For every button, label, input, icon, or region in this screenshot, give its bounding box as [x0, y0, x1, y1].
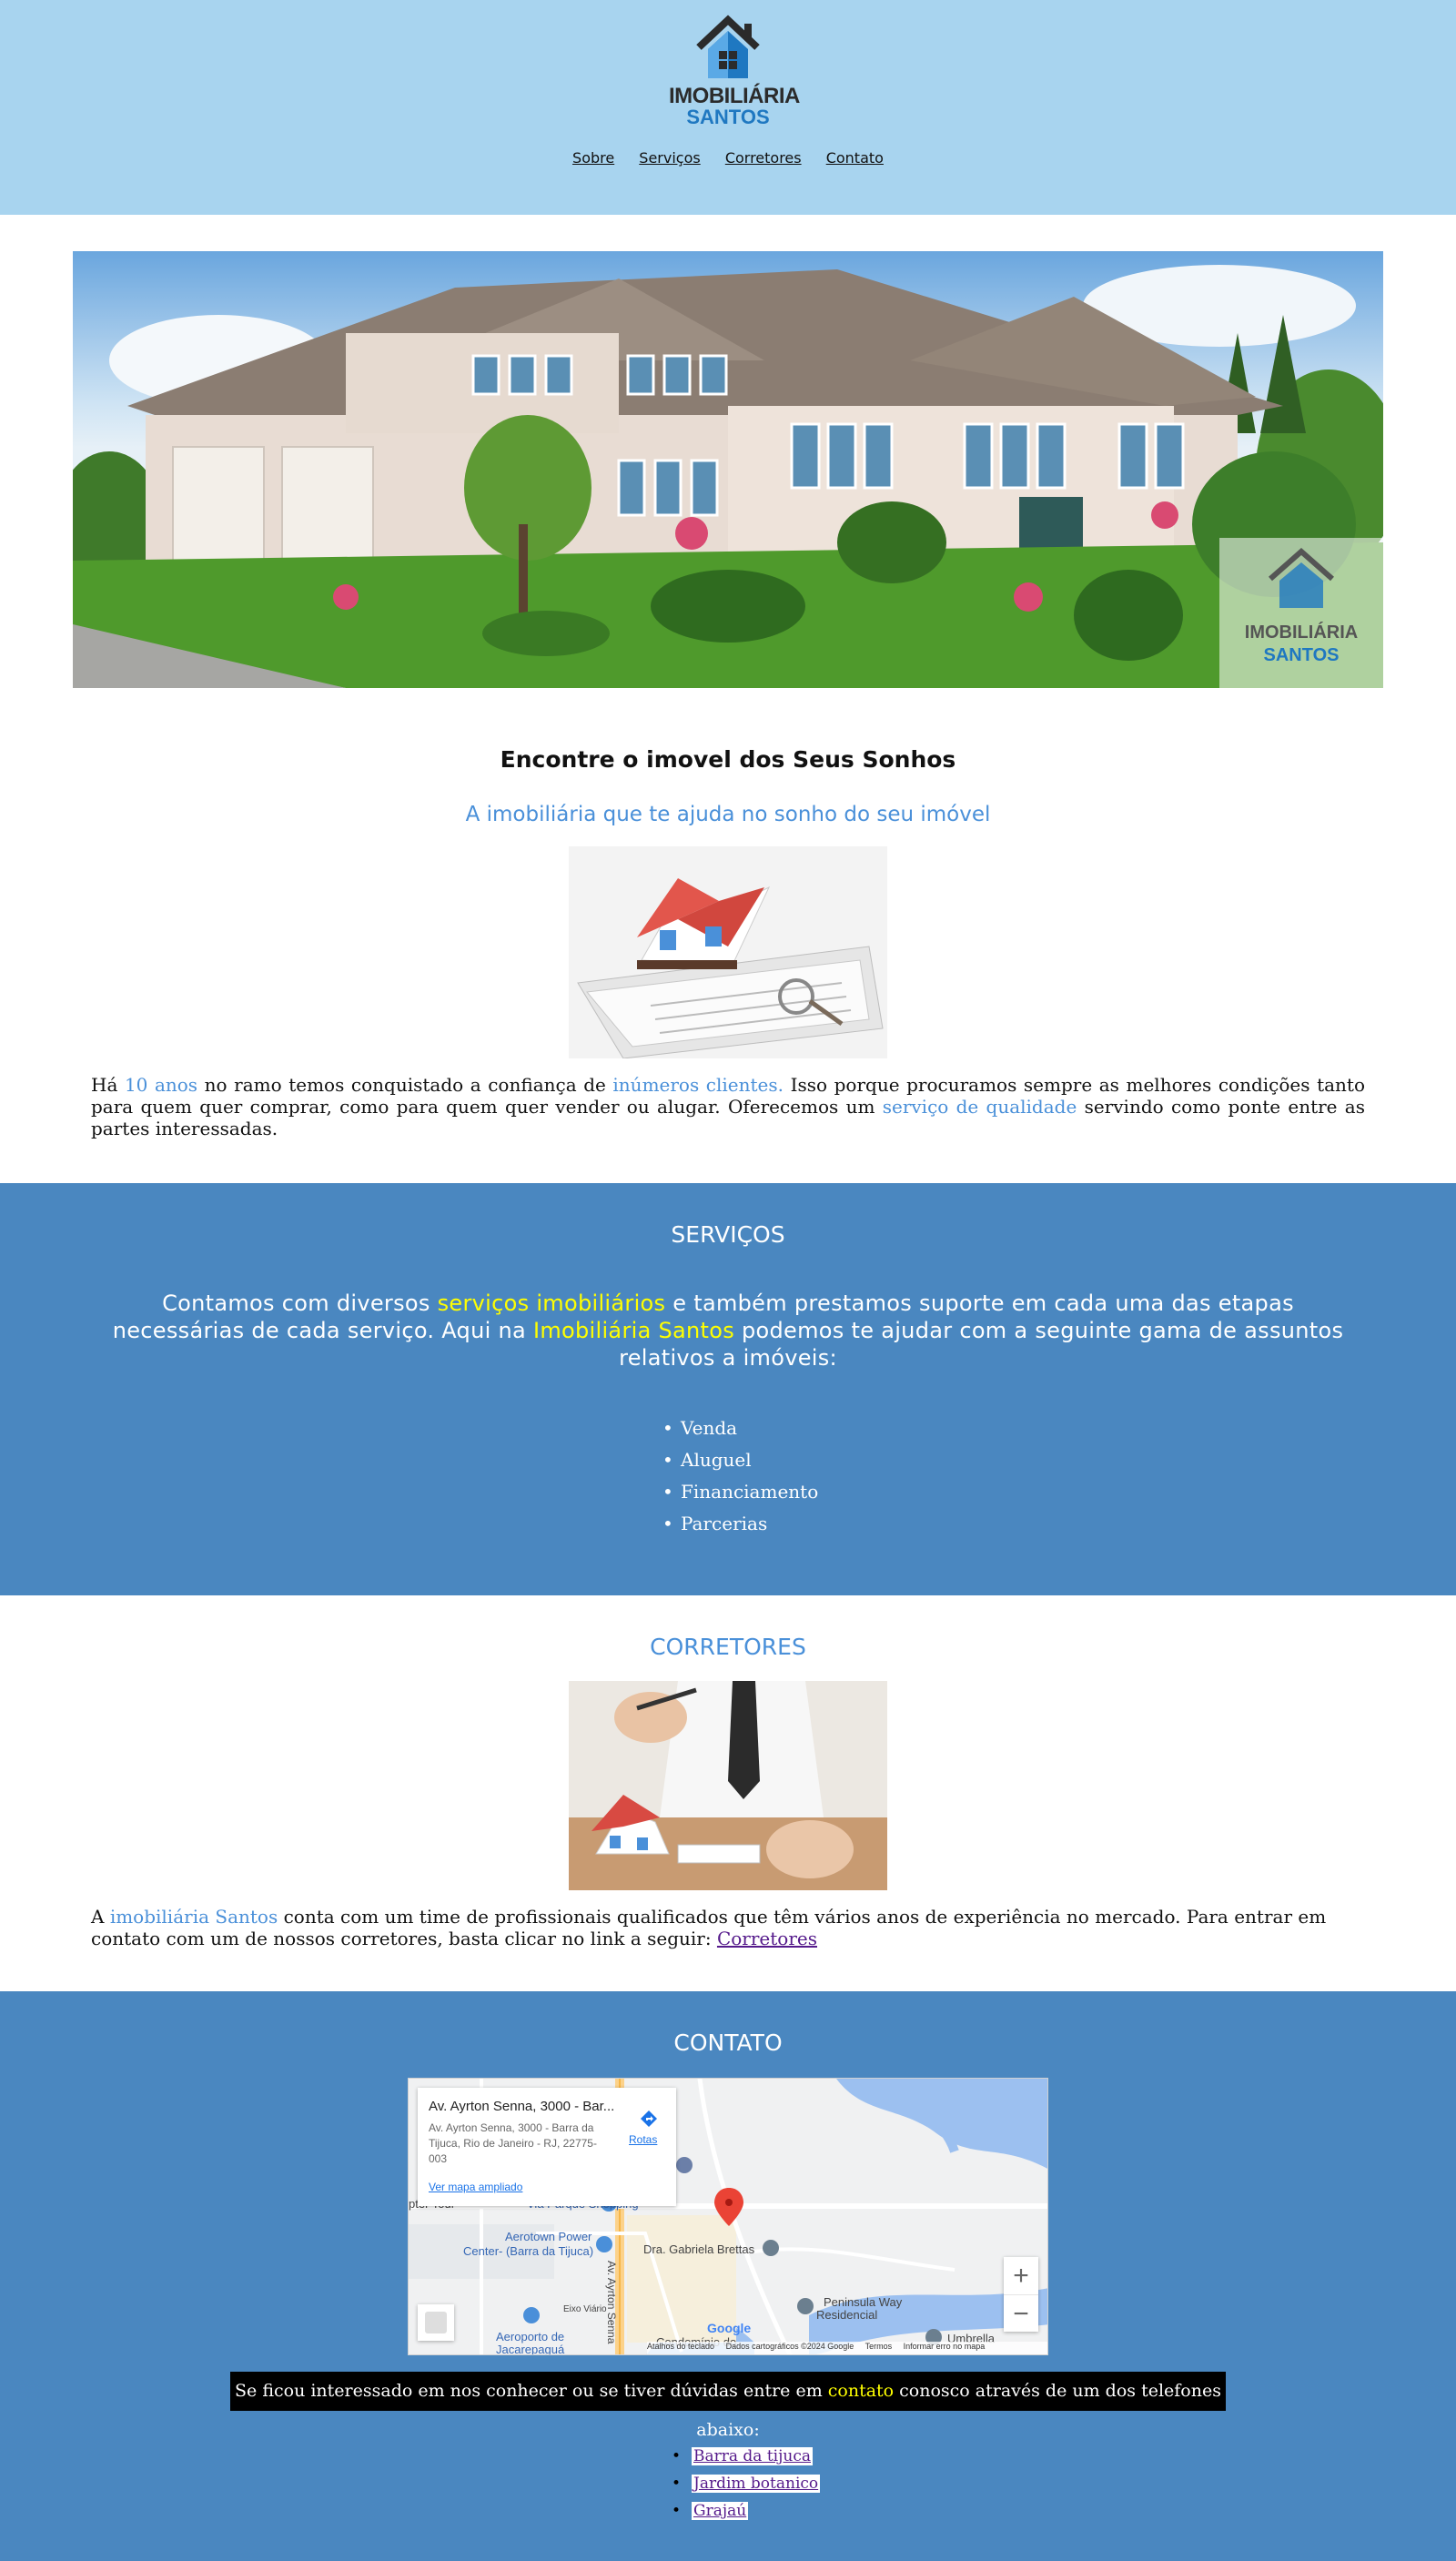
map-label: Peninsula Way: [824, 2295, 903, 2309]
services-paragraph: Contamos com diversos serviços imobiliár…: [100, 1290, 1356, 1372]
map-footer: Atalhos do teclado Dados cartográficos ©…: [647, 2342, 1047, 2354]
google-logo: Google: [707, 2321, 752, 2335]
broker-image: [569, 1681, 887, 1890]
services-list: Venda Aluguel Financiamento Parcerias: [662, 1412, 818, 1540]
zoom-in-button[interactable]: +: [1004, 2257, 1038, 2294]
services-section: SERVIÇOS Contamos com diversos serviços …: [0, 1183, 1456, 1595]
phones-list: Barra da tijuca Jardim botanico Grajaú: [672, 2443, 821, 2525]
map-label: Aeroporto de: [496, 2330, 565, 2343]
about-text-part: no ramo temos conquistado a confiança de: [197, 1074, 613, 1096]
brokers-paragraph: A imobiliária Santos conta com um time d…: [91, 1906, 1365, 1949]
about-title: Encontre o imovel dos Seus Sonhos: [500, 746, 956, 773]
list-item: Venda: [662, 1412, 818, 1444]
services-highlight-brand: Imobiliária Santos: [532, 1318, 735, 1343]
map-footer-data: Dados cartográficos ©2024 Google: [725, 2342, 854, 2351]
nav-link-sobre[interactable]: Sobre: [572, 149, 614, 167]
site-header: IMOBILIÁRIA SANTOS Sobre Serviços Corret…: [0, 0, 1456, 215]
map-larger-link[interactable]: Ver mapa ampliado: [429, 2181, 522, 2193]
phone-link-grajau[interactable]: Grajaú: [692, 2502, 749, 2520]
map-label: Aerotown Power: [505, 2230, 592, 2243]
map-card-address: Av. Ayrton Senna, 3000 - Barra da Tijuca…: [429, 2121, 597, 2165]
site-logo[interactable]: IMOBILIÁRIA SANTOS: [669, 11, 800, 129]
directions-icon[interactable]: [640, 2110, 658, 2128]
phone-link-jardim[interactable]: Jardim botanico: [692, 2475, 821, 2493]
list-item: Barra da tijuca: [672, 2443, 820, 2470]
map-label: Eixo Viário: [563, 2304, 607, 2314]
about-highlight-quality: serviço de qualidade: [882, 1096, 1077, 1118]
contact-title: CONTATO: [673, 2030, 783, 2056]
hero-house-image: IMOBILIÁRIA SANTOS: [73, 251, 1383, 688]
contact-text-part: Se ficou interessado em nos conhecer ou …: [235, 2381, 828, 2401]
list-item: Jardim botanico: [672, 2470, 821, 2497]
about-text-part: Há: [91, 1074, 125, 1096]
contact-section: CONTATO Aerotown Power Center- (Barra da…: [0, 1991, 1456, 2561]
map-place-card: Av. Ayrton Senna, 3000 - Bar... Av. Ayrt…: [418, 2088, 676, 2206]
services-title: SERVIÇOS: [671, 1221, 785, 1248]
map-footer-shortcuts[interactable]: Atalhos do teclado: [647, 2342, 714, 2351]
zoom-out-button[interactable]: −: [1004, 2294, 1038, 2332]
map-label: Jacarepaguá: [496, 2343, 565, 2355]
map-label: Residencial: [816, 2308, 878, 2322]
phone-link-barra[interactable]: Barra da tijuca: [692, 2447, 813, 2465]
list-item: Grajaú: [672, 2497, 820, 2525]
services-text-part: Contamos com diversos: [162, 1291, 438, 1316]
nav-link-corretores[interactable]: Corretores: [725, 149, 802, 167]
house-logo-icon: [696, 15, 760, 78]
about-paragraph: Há 10 anos no ramo temos conquistado a c…: [91, 1074, 1365, 1139]
nav-link-servicos[interactable]: Serviços: [639, 149, 700, 167]
hero-watermark-line2: SANTOS: [1264, 645, 1340, 665]
map-label: Dra. Gabriela Brettas: [643, 2242, 755, 2256]
about-subtitle: A imobiliária que te ajuda no sonho do s…: [465, 803, 991, 826]
map-zoom-control: + −: [1004, 2257, 1038, 2332]
map-label: Center- (Barra da Tijuca): [463, 2244, 594, 2258]
map-footer-report[interactable]: Informar erro no mapa: [904, 2342, 986, 2351]
contact-message-bar: Se ficou interessado em nos conhecer ou …: [230, 2372, 1226, 2440]
brokers-highlight: imobiliária Santos: [109, 1906, 278, 1928]
nav-link-contato[interactable]: Contato: [826, 149, 884, 167]
about-highlight-years: 10 anos: [124, 1074, 198, 1096]
hero-watermark-line1: IMOBILIÁRIA: [1245, 622, 1358, 643]
brokers-title: CORRETORES: [650, 1634, 806, 1660]
brokers-text-part: A: [91, 1906, 110, 1928]
about-highlight-clients: inúmeros clientes.: [612, 1074, 784, 1096]
logo-text-line2: SANTOS: [686, 106, 770, 128]
main-nav: Sobre Serviços Corretores Contato: [0, 149, 1456, 167]
contact-highlight: contato: [827, 2381, 895, 2401]
hero-illustration: IMOBILIÁRIA SANTOS: [73, 251, 1383, 688]
map-footer-terms[interactable]: Termos: [865, 2342, 893, 2351]
list-item: Aluguel: [662, 1444, 818, 1476]
map-card-title: Av. Ayrton Senna, 3000 - Bar...: [429, 2099, 615, 2114]
street-view-button[interactable]: [418, 2304, 454, 2341]
list-item: Financiamento: [662, 1476, 818, 1508]
house-contract-image: [569, 846, 887, 1058]
map-label-avenue: Av. Ayrton Senna: [605, 2261, 618, 2344]
google-map-embed[interactable]: Via Parque Shopping Aerotown Power Cente…: [408, 2078, 1048, 2355]
map-directions-link[interactable]: Rotas: [629, 2133, 657, 2146]
pegman-icon: [425, 2312, 447, 2333]
services-highlight: serviços imobiliários: [437, 1291, 666, 1316]
brokers-link[interactable]: Corretores: [717, 1928, 817, 1949]
list-item: Parcerias: [662, 1508, 818, 1540]
